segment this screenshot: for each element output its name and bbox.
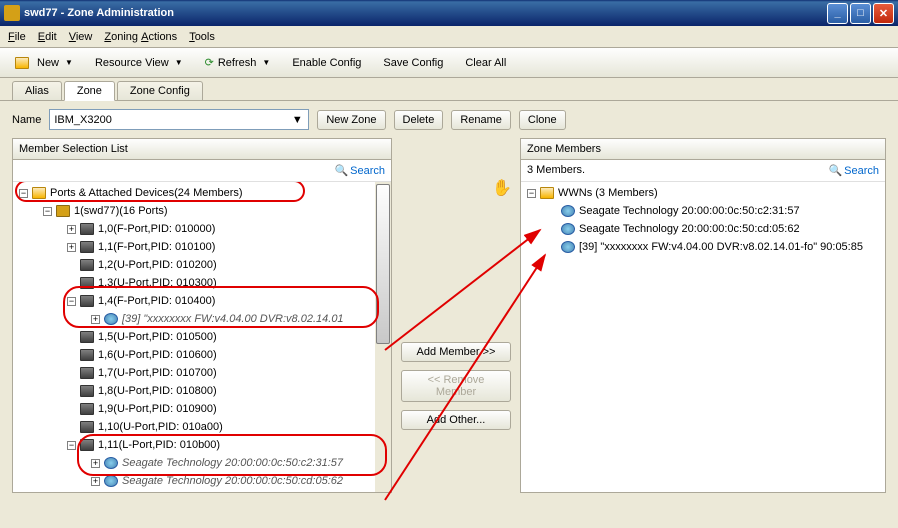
toolbar: New▼ Resource View▼ ⟳ Refresh▼ Enable Co…: [0, 48, 898, 78]
device-icon: [561, 205, 575, 217]
combo-arrow-icon: ▼: [290, 114, 304, 126]
zone-member[interactable]: Seagate Technology 20:00:00:0c:50:cd:05:…: [579, 223, 800, 235]
tree-port[interactable]: 1,5(U-Port,PID: 010500): [98, 331, 217, 343]
port-icon: [80, 439, 94, 451]
device-icon: [104, 457, 118, 469]
port-icon: [80, 367, 94, 379]
app-icon: [4, 5, 20, 21]
tree-port[interactable]: 1,7(U-Port,PID: 010700): [98, 367, 217, 379]
folder-icon: [540, 187, 554, 199]
left-search-link[interactable]: 🔍 Search: [334, 164, 385, 177]
menu-tools[interactable]: Tools: [189, 31, 215, 43]
menu-edit[interactable]: Edit: [38, 31, 57, 43]
menu-file[interactable]: File: [8, 31, 26, 43]
remove-member-button[interactable]: << Remove Member: [401, 370, 511, 402]
port-icon: [80, 403, 94, 415]
tree-port[interactable]: 1,4(F-Port,PID: 010400): [98, 295, 215, 307]
device-icon: [104, 313, 118, 325]
tree-device[interactable]: Seagate Technology 20:00:00:0c:50:c2:31:…: [122, 457, 343, 469]
port-icon: [80, 259, 94, 271]
left-tree[interactable]: −Ports & Attached Devices(24 Members) −1…: [13, 182, 391, 492]
resource-view-button[interactable]: Resource View▼: [88, 53, 190, 73]
refresh-icon: ⟳: [205, 56, 214, 69]
tree-port[interactable]: 1,10(U-Port,PID: 010a00): [98, 421, 223, 433]
right-tree[interactable]: −WWNs (3 Members) Seagate Technology 20:…: [521, 182, 885, 492]
clear-all-button[interactable]: Clear All: [458, 53, 513, 73]
delete-button[interactable]: Delete: [394, 110, 444, 130]
zone-member[interactable]: Seagate Technology 20:00:00:0c:50:c2:31:…: [579, 205, 800, 217]
tree-device[interactable]: [39] "xxxxxxxx FW:v4.04.00 DVR:v8.02.14.…: [122, 313, 344, 325]
refresh-button[interactable]: ⟳ Refresh▼: [198, 52, 278, 73]
tree-port[interactable]: 1,2(U-Port,PID: 010200): [98, 259, 217, 271]
port-icon: [80, 295, 94, 307]
tree-port[interactable]: 1,1(F-Port,PID: 010100): [98, 241, 215, 253]
port-icon: [80, 349, 94, 361]
switch-icon: [56, 205, 70, 217]
right-panel-header: Zone Members: [521, 139, 885, 160]
search-icon: 🔍: [334, 164, 348, 177]
zone-name-combo[interactable]: IBM_X3200 ▼: [49, 109, 309, 130]
folder-icon: [32, 187, 46, 199]
enable-config-button[interactable]: Enable Config: [285, 53, 368, 73]
member-selection-panel: Member Selection List 🔍 Search − Ports & …: [12, 138, 392, 493]
tree-switch[interactable]: 1(swd77)(16 Ports): [74, 205, 168, 217]
tree-port[interactable]: 1,0(F-Port,PID: 010000): [98, 223, 215, 235]
port-icon: [80, 385, 94, 397]
zone-members-panel: Zone Members 3 Members. 🔍 Search −WWNs (…: [520, 138, 886, 493]
add-other-button[interactable]: Add Other...: [401, 410, 511, 430]
device-icon: [104, 475, 118, 487]
minimize-button[interactable]: _: [827, 3, 848, 24]
save-config-button[interactable]: Save Config: [376, 53, 450, 73]
maximize-button[interactable]: □: [850, 3, 871, 24]
port-icon: [80, 223, 94, 235]
tab-zone-config[interactable]: Zone Config: [117, 81, 203, 100]
tab-row: Alias Zone Zone Config: [0, 78, 898, 100]
tab-zone[interactable]: Zone: [64, 81, 115, 101]
zone-name-panel: Name IBM_X3200 ▼ New Zone Delete Rename …: [0, 100, 898, 138]
tree-port[interactable]: 1,9(U-Port,PID: 010900): [98, 403, 217, 415]
clone-button[interactable]: Clone: [519, 110, 566, 130]
tree-port[interactable]: 1,11(L-Port,PID: 010b00): [98, 439, 220, 451]
member-count: 3 Members.: [527, 164, 585, 177]
main-area: Member Selection List 🔍 Search − Ports & …: [0, 138, 898, 505]
port-icon: [80, 421, 94, 433]
port-icon: [80, 277, 94, 289]
menu-bar: File Edit View Zoning Actions Tools: [0, 26, 898, 48]
menu-view[interactable]: View: [69, 31, 93, 43]
menu-zoning[interactable]: Zoning Actions: [104, 31, 177, 43]
tree-root[interactable]: WWNs (3 Members): [558, 187, 658, 199]
device-icon: [561, 223, 575, 235]
add-member-button[interactable]: Add Member >>: [401, 342, 511, 362]
title-bar: swd77 - Zone Administration _ □ ✕: [0, 0, 898, 26]
new-button[interactable]: New▼: [8, 53, 80, 73]
left-scrollbar[interactable]: [375, 182, 391, 492]
zone-member[interactable]: [39] "xxxxxxxx FW:v4.04.00 DVR:v8.02.14.…: [579, 241, 863, 253]
close-button[interactable]: ✕: [873, 3, 894, 24]
rename-button[interactable]: Rename: [451, 110, 511, 130]
collapse-icon[interactable]: −: [19, 189, 28, 198]
port-icon: [80, 241, 94, 253]
tree-device[interactable]: Seagate Technology 20:00:00:0c:50:cd:05:…: [122, 475, 343, 487]
tree-port[interactable]: 1,6(U-Port,PID: 010600): [98, 349, 217, 361]
tree-port[interactable]: 1,8(U-Port,PID: 010800): [98, 385, 217, 397]
middle-buttons: Add Member >> << Remove Member Add Other…: [396, 138, 516, 493]
search-icon: 🔍: [828, 164, 842, 177]
port-icon: [80, 331, 94, 343]
left-panel-header: Member Selection List: [13, 139, 391, 160]
window-title: swd77 - Zone Administration: [24, 7, 827, 19]
tree-port[interactable]: 1,3(U-Port,PID: 010300): [98, 277, 217, 289]
tab-alias[interactable]: Alias: [12, 81, 62, 100]
right-search-link[interactable]: 🔍 Search: [828, 164, 879, 177]
device-icon: [561, 241, 575, 253]
new-icon: [15, 57, 29, 69]
zone-name-value: IBM_X3200: [54, 114, 111, 126]
name-label: Name: [12, 114, 41, 126]
new-zone-button[interactable]: New Zone: [317, 110, 385, 130]
tree-root[interactable]: Ports & Attached Devices(24 Members): [50, 187, 243, 199]
